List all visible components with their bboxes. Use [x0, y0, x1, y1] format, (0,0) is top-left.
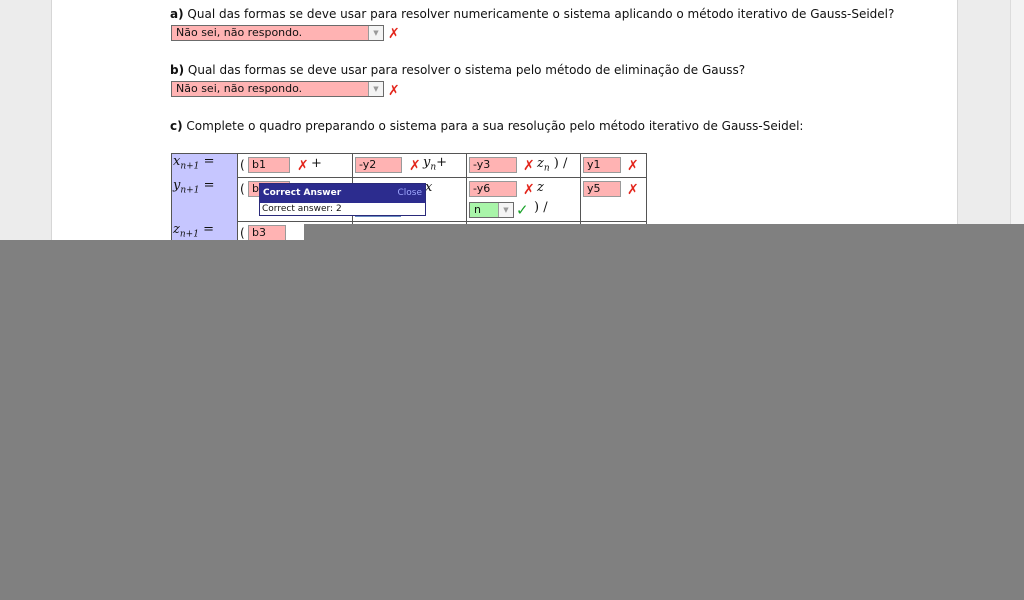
popup-title: Correct Answer: [263, 188, 342, 198]
answer-b-value: Não sei, não respondo.: [176, 82, 303, 95]
question-c-text: Complete o quadro preparando o sistema p…: [182, 119, 804, 133]
cross-mark-icon: ✗: [523, 182, 535, 198]
question-b-text: Qual das formas se deve usar para resolv…: [184, 63, 746, 77]
question-c-letter: c): [170, 119, 183, 133]
question-a-letter: a): [170, 7, 184, 21]
input-y6[interactable]: -y6: [469, 181, 517, 197]
cross-mark-icon: ✗: [409, 158, 421, 174]
answer-a-value: Não sei, não respondo.: [176, 26, 303, 39]
cross-mark-icon: ✗: [523, 158, 535, 174]
cross-mark-icon: ✗: [297, 158, 309, 174]
question-c: c) Complete o quadro preparando o sistem…: [170, 119, 803, 133]
question-b-letter: b): [170, 63, 185, 77]
answer-b-select[interactable]: Não sei, não respondo. ▼: [171, 81, 384, 97]
chevron-down-icon[interactable]: ▼: [498, 203, 513, 217]
cross-mark-icon: ✗: [388, 26, 400, 42]
cross-mark-icon: ✗: [627, 158, 639, 174]
term-z: z: [537, 180, 544, 195]
check-mark-icon: ✓: [516, 201, 529, 219]
term-y-n: yn+: [423, 155, 448, 173]
popup-close-button[interactable]: Close: [397, 184, 422, 203]
term-x: x: [425, 180, 433, 195]
input-y1[interactable]: y1: [583, 157, 621, 173]
correct-answer-popup: Correct Answer Close Correct answer: 2: [259, 183, 426, 216]
plus-sign: +: [311, 156, 322, 171]
open-paren: (: [240, 158, 245, 172]
modal-overlay[interactable]: [304, 224, 1024, 240]
row-label-y: yn+1 =: [173, 178, 215, 196]
open-paren: (: [240, 226, 245, 240]
chevron-down-icon[interactable]: ▼: [368, 26, 383, 40]
input-b3[interactable]: b3: [248, 225, 286, 241]
cross-mark-icon: ✗: [627, 182, 639, 198]
answer-a-select[interactable]: Não sei, não respondo. ▼: [171, 25, 384, 41]
input-y5[interactable]: y5: [583, 181, 621, 197]
popup-title-bar: Correct Answer Close: [260, 184, 425, 203]
question-b: b) Qual das formas se deve usar para res…: [170, 63, 745, 77]
row-label-z: zn+1 =: [173, 222, 214, 240]
term-z-n: zn ) /: [537, 156, 568, 174]
input-b1[interactable]: b1: [248, 157, 290, 173]
question-a-text: Qual das formas se deve usar para resolv…: [183, 7, 895, 21]
close-divide: ) /: [534, 200, 548, 215]
chevron-down-icon[interactable]: ▼: [368, 82, 383, 96]
popup-body: Correct answer: 2: [262, 204, 342, 214]
select-n-value: n: [474, 203, 481, 216]
question-a: a) Qual das formas se deve usar para res…: [170, 7, 894, 21]
row-label-x: xn+1 =: [173, 154, 215, 172]
select-n[interactable]: n ▼: [469, 202, 514, 218]
modal-overlay[interactable]: [0, 240, 1024, 600]
input-y2[interactable]: -y2: [355, 157, 402, 173]
open-paren: (: [240, 182, 245, 196]
cross-mark-icon: ✗: [388, 83, 400, 99]
input-y3[interactable]: -y3: [469, 157, 517, 173]
